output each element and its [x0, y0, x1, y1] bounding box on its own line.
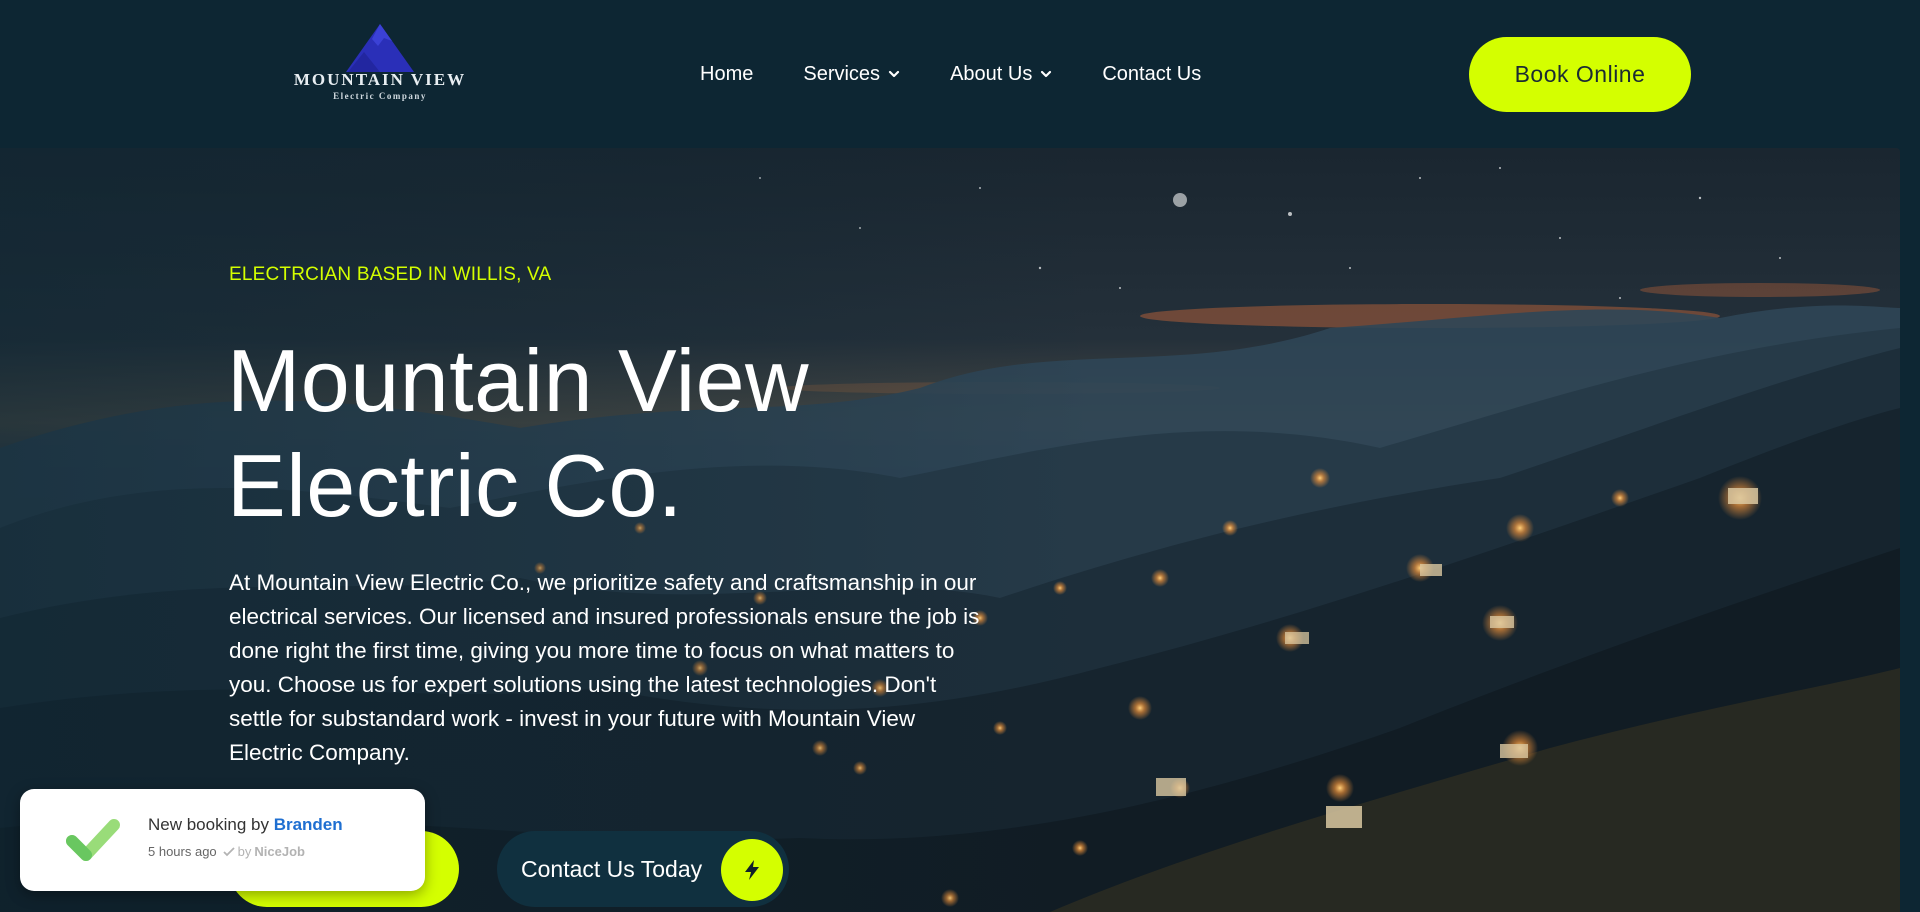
brand-logo[interactable]: MOUNTAIN VIEW Electric Company: [272, 22, 488, 112]
hero-eyebrow: ELECTRCIAN BASED IN WILLIS, VA: [229, 264, 552, 285]
nav-home-label: Home: [700, 62, 754, 85]
nav-services[interactable]: Services: [803, 63, 900, 86]
hero-description: At Mountain View Electric Co., we priori…: [229, 570, 980, 765]
chevron-down-icon: [1041, 70, 1052, 78]
nav-contact-us-label: Contact Us: [1102, 62, 1202, 85]
contact-us-today-button[interactable]: Contact Us Today: [497, 831, 789, 907]
small-check-icon: [223, 846, 235, 856]
notification-provider-name: NiceJob: [254, 844, 305, 859]
nav-contact-us[interactable]: Contact Us: [1102, 63, 1201, 86]
main-nav: Home Services About Us Contact Us: [700, 60, 1201, 88]
nav-services-label: Services: [803, 62, 881, 85]
brand-tagline: Electric Company: [333, 91, 427, 101]
checkmark-icon: [66, 819, 120, 861]
brand-name: MOUNTAIN VIEW: [293, 70, 467, 89]
chevron-down-icon: [888, 70, 900, 78]
nav-about-us[interactable]: About Us: [950, 63, 1052, 86]
mountain-logo-icon: [346, 24, 414, 72]
notification-meta: 5 hours ago by NiceJob: [148, 844, 305, 859]
nav-about-us-label: About Us: [950, 62, 1033, 85]
contact-us-today-label: Contact Us Today: [521, 855, 703, 882]
book-online-button[interactable]: Book Online: [1469, 37, 1691, 112]
notification-customer: Branden: [273, 815, 343, 834]
notification-provider: by NiceJob: [223, 844, 305, 859]
notification-time: 5 hours ago: [148, 844, 217, 859]
booking-notification[interactable]: New booking by Branden 5 hours ago by Ni…: [20, 789, 425, 891]
notification-by: by: [237, 844, 252, 859]
lightning-bolt-icon: [721, 839, 783, 901]
notification-prefix: New booking by: [148, 815, 274, 834]
nav-home[interactable]: Home: [700, 63, 753, 86]
site-header: MOUNTAIN VIEW Electric Company Home Serv…: [0, 0, 1920, 148]
hero-title-line-2: Electric Co.: [227, 436, 683, 535]
hero-title: Mountain View Electric Co.: [227, 328, 927, 538]
notification-message: New booking by Branden: [148, 815, 343, 835]
hero-title-line-1: Mountain View: [227, 331, 810, 430]
